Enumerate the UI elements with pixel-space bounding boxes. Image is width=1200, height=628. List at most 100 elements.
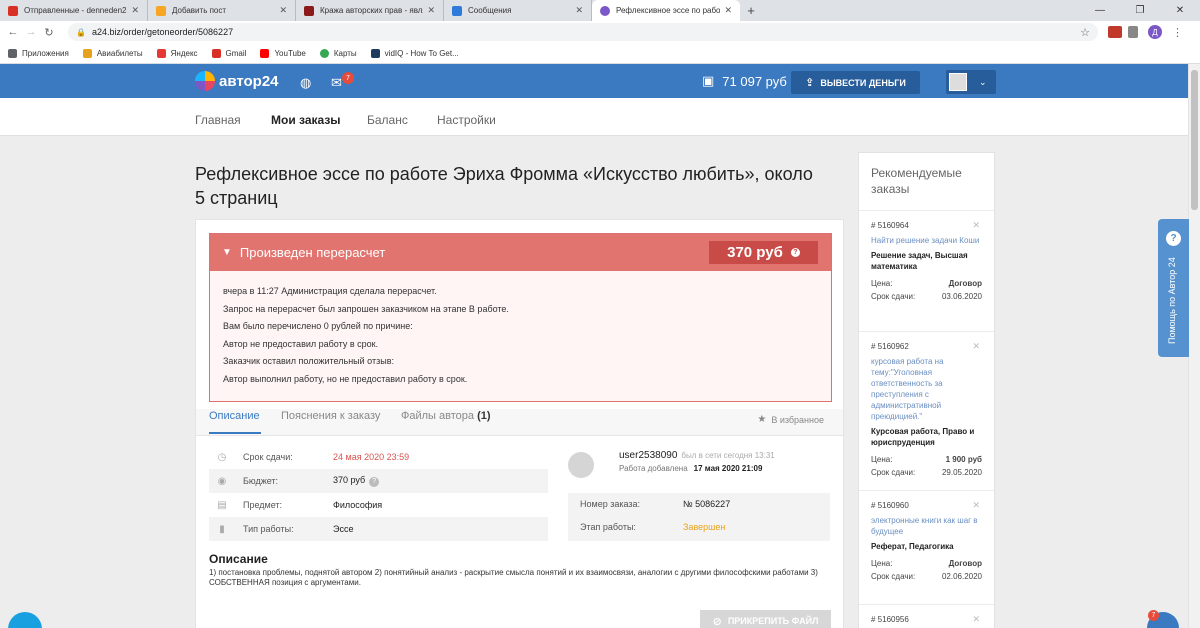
- close-icon[interactable]: ✕: [131, 5, 139, 16]
- author-avatar[interactable]: [568, 452, 594, 478]
- recommended-price-row: Цена: Договор: [871, 279, 982, 288]
- recommended-type: Реферат, Педагогика: [871, 542, 954, 551]
- bookmark-label: Авиабилеты: [96, 48, 143, 58]
- maps-pin-icon: [319, 48, 329, 58]
- lock-icon: 🔒: [76, 27, 86, 37]
- forward-icon[interactable]: →: [22, 26, 40, 38]
- recommended-link[interactable]: курсовая работа на тему:"Уголовная ответ…: [871, 356, 982, 422]
- author-name[interactable]: user2538090: [619, 450, 677, 461]
- detail-value: 24 мая 2020 23:59: [333, 452, 410, 462]
- files-count: (1): [477, 410, 491, 422]
- tab-author-files[interactable]: Файлы автора (1): [401, 410, 491, 422]
- page-scrollbar[interactable]: [1188, 64, 1200, 628]
- site-header: автор24 ◍ ✉ 7 ▣ 71 097 руб ⇪ ВЫВЕСТИ ДЕН…: [0, 64, 1188, 98]
- bookmark-item[interactable]: YouTube: [260, 48, 306, 58]
- browser-menu-icon[interactable]: ⋮: [1172, 26, 1183, 39]
- extension-icon[interactable]: [1108, 26, 1122, 38]
- bookmark-apps[interactable]: Приложения: [8, 48, 69, 58]
- price-label: Цена:: [871, 559, 893, 568]
- dismiss-icon[interactable]: ✕: [972, 614, 980, 625]
- browser-tab-title: Рефлексивное эссе по работе Э: [616, 6, 721, 15]
- star-icon: ★: [757, 414, 767, 425]
- question-icon: ?: [1166, 231, 1181, 246]
- detail-row-work-type: ▮ Тип работы: Эссе: [209, 517, 548, 541]
- support-chat-button[interactable]: 7: [1147, 610, 1179, 628]
- help-tab[interactable]: ? Помощь по Автор 24: [1158, 219, 1189, 357]
- bookmark-item[interactable]: Авиабилеты: [82, 48, 143, 58]
- recommended-orders: Рекомендуемые заказы # 5160964 ✕ Найти р…: [858, 152, 995, 628]
- bookmark-label: Яндекс: [170, 48, 198, 58]
- bookmark-item[interactable]: vidIQ - How To Get...: [370, 48, 459, 58]
- browser-tab-bar: Отправленные - denneden23@ ✕ Добавить по…: [0, 0, 1200, 21]
- extension-icon[interactable]: [1128, 26, 1138, 38]
- url-field[interactable]: 🔒 a24.biz/order/getoneorder/5086227 ☆: [68, 23, 1098, 41]
- browser-tab[interactable]: Отправленные - denneden23@ ✕: [0, 0, 148, 21]
- alert-line: Вам было перечислено 0 рублей по причине…: [223, 321, 413, 332]
- profile-avatar[interactable]: Д: [1148, 25, 1162, 39]
- bookmark-item[interactable]: Яндекс: [156, 48, 198, 58]
- avtor24-logo[interactable]: автор24: [195, 71, 279, 91]
- price-value: Договор: [948, 559, 982, 568]
- due-value: 03.06.2020: [941, 292, 982, 301]
- chat-widget-button[interactable]: [8, 612, 42, 628]
- dismiss-icon[interactable]: ✕: [972, 500, 980, 511]
- favorites-label: В избранное: [771, 414, 824, 425]
- browser-tab-active[interactable]: Рефлексивное эссе по работе Э ✕: [592, 0, 740, 21]
- price-value: 1 900 руб: [945, 455, 982, 464]
- recommended-link[interactable]: Найти решение задачи Коши: [871, 235, 982, 246]
- globe-icon[interactable]: ◍: [300, 75, 311, 91]
- price-value: Договор: [948, 279, 982, 288]
- alert-heading: Произведен перерасчет: [239, 245, 386, 260]
- new-tab-button[interactable]: +: [740, 0, 762, 21]
- help-question-icon[interactable]: ?: [790, 248, 800, 257]
- plane-icon: [82, 48, 92, 58]
- nav-home[interactable]: Главная: [195, 113, 241, 127]
- mail-icon[interactable]: ✉: [331, 75, 342, 91]
- withdraw-money-button[interactable]: ⇪ ВЫВЕСТИ ДЕНЬГИ: [791, 71, 920, 94]
- bookmark-item[interactable]: Gmail: [211, 48, 246, 58]
- scrollbar-thumb[interactable]: [1191, 70, 1198, 210]
- dismiss-icon[interactable]: ✕: [972, 341, 980, 352]
- browser-tab[interactable]: Добавить пост ✕: [148, 0, 296, 21]
- recommended-link[interactable]: электронные книги как шаг в будущее: [871, 515, 982, 537]
- recommended-type: Курсовая работа, Право и юриспруденция: [871, 427, 975, 447]
- close-icon[interactable]: ✕: [575, 5, 583, 16]
- browser-tab-title: Кража авторских прав - являет: [320, 6, 424, 15]
- close-window-icon[interactable]: ✕: [1160, 0, 1200, 21]
- tab-description[interactable]: Описание: [209, 410, 260, 422]
- user-menu[interactable]: ⌄: [946, 70, 996, 94]
- nav-settings[interactable]: Настройки: [437, 113, 496, 127]
- sidebar-title: Рекомендуемые заказы: [871, 166, 962, 196]
- close-icon[interactable]: ✕: [427, 5, 435, 16]
- bookmark-label: YouTube: [274, 48, 306, 58]
- reload-icon[interactable]: ↻: [40, 26, 58, 39]
- nav-my-orders[interactable]: Мои заказы: [271, 113, 341, 127]
- help-question-icon[interactable]: ?: [369, 476, 380, 487]
- tab-explanations[interactable]: Пояснения к заказу: [281, 410, 380, 422]
- bookmark-item[interactable]: Карты: [319, 48, 357, 58]
- nav-balance[interactable]: Баланс: [367, 113, 408, 127]
- apps-grid-icon: [8, 48, 17, 58]
- attach-file-button[interactable]: ⊘ ПРИКРЕПИТЬ ФАЙЛ: [700, 610, 831, 628]
- balance-display[interactable]: ▣ 71 097 руб: [702, 73, 787, 89]
- site-favicon-icon: [304, 5, 314, 16]
- close-icon[interactable]: ✕: [724, 5, 732, 16]
- logo-text: автор24: [219, 72, 279, 90]
- youtube-icon: [260, 48, 270, 58]
- dismiss-icon[interactable]: ✕: [972, 220, 980, 231]
- wallet-icon: ▣: [702, 73, 715, 88]
- back-icon[interactable]: ←: [4, 26, 22, 38]
- browser-tab[interactable]: Сообщения ✕: [444, 0, 592, 21]
- main-nav: Главная Мои заказы Баланс Настройки: [0, 98, 1188, 136]
- add-to-favorites-button[interactable]: ★ В избранное: [757, 414, 824, 425]
- maximize-icon[interactable]: ❐: [1120, 0, 1160, 21]
- author-info: user2538090 был в сети сегодня 13:31 Рабо…: [568, 450, 830, 490]
- recommended-due-row: Срок сдачи: 02.06.2020: [871, 572, 982, 581]
- paperclip-icon: ⊘: [712, 615, 722, 628]
- minimize-icon[interactable]: —: [1080, 0, 1120, 21]
- bookmark-star-icon[interactable]: ☆: [1080, 26, 1090, 39]
- browser-tab[interactable]: Кража авторских прав - являет ✕: [296, 0, 444, 21]
- recommended-item: # 5160964 ✕ Найти решение задачи Коши Ре…: [859, 210, 994, 301]
- attach-label: ПРИКРЕПИТЬ ФАЙЛ: [727, 616, 819, 626]
- close-icon[interactable]: ✕: [279, 5, 287, 16]
